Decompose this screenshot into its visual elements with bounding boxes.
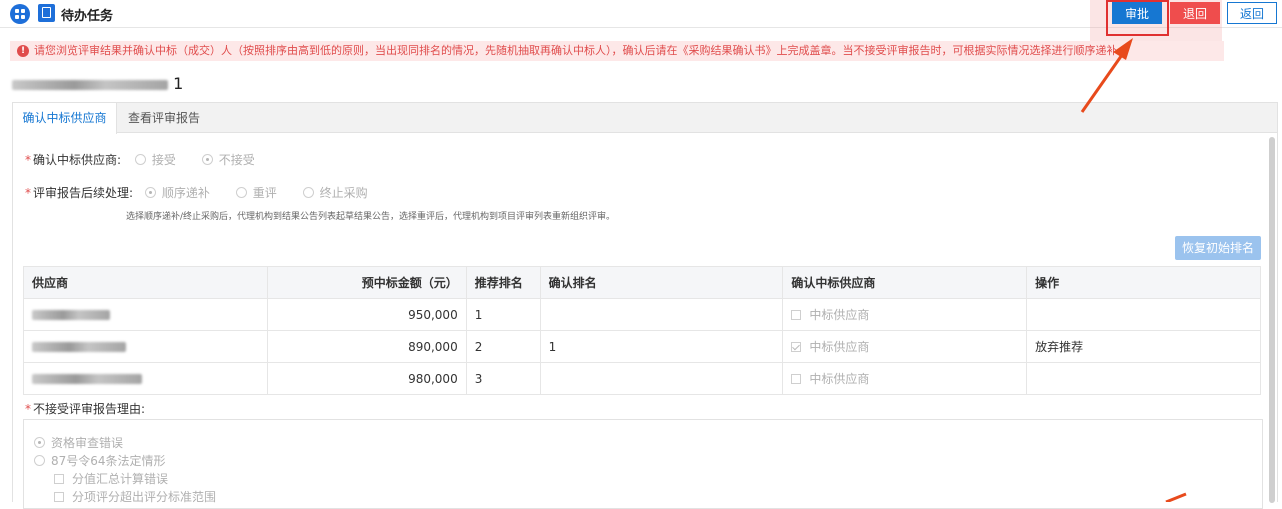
table-header-row: 供应商 预中标金额（元） 推荐排名 确认排名 确认中标供应商 操作 xyxy=(23,266,1261,299)
restore-ranking-button[interactable]: 恢复初始排名 xyxy=(1175,236,1261,260)
reason-options-box: 资格审查错误 87号令64条法定情形 分值汇总计算错误 分项评分超出评分标准范围 xyxy=(23,419,1263,509)
back-button[interactable]: 返回 xyxy=(1227,2,1277,24)
radio-accept[interactable]: 接受 xyxy=(134,153,198,167)
action-cell xyxy=(1026,298,1261,331)
followup-label: 评审报告后续处理: xyxy=(33,186,134,200)
winner-cell: 中标供应商 xyxy=(782,298,1028,331)
winner-checkbox[interactable] xyxy=(791,374,802,384)
winner-checkbox[interactable] xyxy=(791,310,802,320)
confirm-supplier-label: 确认中标供应商: xyxy=(33,153,122,167)
rec-rank-cell: 3 xyxy=(465,362,541,395)
followup-hint: 选择顺序递补/终止采购后，代理机构到结果公告列表起草结果公告，选择重评后，代理机… xyxy=(126,212,616,222)
main-panel: 确认中标供应商 查看评审报告 * 确认中标供应商: 接受 不接受 * 评审报告后续处… xyxy=(12,102,1278,509)
radio-not-accept[interactable]: 不接受 xyxy=(201,153,277,167)
radio-sequential-fill[interactable]: 顺序递补 xyxy=(144,186,232,200)
radio-terminate[interactable]: 终止采购 xyxy=(302,186,390,200)
notice-text: 请您浏览评审结果并确认中标（成交）人（按照排序由高到低的原则，当出现同排名的情况… xyxy=(34,44,1118,57)
app-grid-icon[interactable] xyxy=(10,4,30,24)
project-name-suffix: 1 xyxy=(173,74,184,93)
reason-sub-score-range[interactable]: 分项评分超出评分标准范围 xyxy=(54,488,216,505)
tab-confirm-supplier[interactable]: 确认中标供应商 xyxy=(13,103,117,134)
redacted-supplier xyxy=(32,342,126,352)
project-name: 1 xyxy=(12,74,184,93)
amount-cell: 980,000 xyxy=(266,362,467,395)
rec-rank-cell: 2 xyxy=(465,330,541,363)
radio-icon xyxy=(34,455,45,466)
radio-icon xyxy=(134,154,146,165)
radio-icon xyxy=(201,154,213,165)
rec-rank-cell: 1 xyxy=(465,298,541,331)
reason-option-order-64[interactable]: 87号令64条法定情形 xyxy=(34,452,166,469)
radio-icon xyxy=(34,437,45,448)
annotation-box xyxy=(1106,0,1169,36)
supplier-table: 供应商 预中标金额（元） 推荐排名 确认排名 确认中标供应商 操作 950,00… xyxy=(23,266,1261,395)
radio-icon xyxy=(302,187,314,198)
amount-cell: 890,000 xyxy=(266,330,467,363)
required-mark: * xyxy=(25,402,31,416)
winner-cell: 中标供应商 xyxy=(782,330,1028,363)
confirm-rank-cell: 1 xyxy=(539,330,784,363)
notice-banner: ! 请您浏览评审结果并确认中标（成交）人（按照排序由高到低的原则，当出现同排名的… xyxy=(10,41,1224,61)
warning-icon: ! xyxy=(17,45,29,57)
reason-sub-score-summary[interactable]: 分值汇总计算错误 xyxy=(54,470,168,487)
col-winner: 确认中标供应商 xyxy=(782,266,1028,299)
tab-review-report[interactable]: 查看评审报告 xyxy=(117,103,211,134)
supplier-name xyxy=(23,330,268,363)
col-confirmed-rank: 确认排名 xyxy=(539,266,784,299)
confirm-rank-cell xyxy=(539,362,784,395)
col-recommended-rank: 推荐排名 xyxy=(465,266,541,299)
redacted-supplier xyxy=(32,310,110,320)
checkbox-icon xyxy=(54,474,64,484)
required-mark: * xyxy=(25,153,31,167)
top-bar: 待办任务 审批 退回 返回 xyxy=(0,0,1282,56)
table-row: 890,000 2 1 中标供应商 放弃推荐 xyxy=(23,330,1261,363)
amount-cell: 950,000 xyxy=(266,298,467,331)
confirm-supplier-row: * 确认中标供应商: 接受 不接受 xyxy=(25,151,277,168)
required-mark: * xyxy=(25,186,31,200)
tab-bar: 确认中标供应商 查看评审报告 xyxy=(13,103,1277,134)
give-up-recommendation-link[interactable]: 放弃推荐 xyxy=(1026,330,1261,363)
reason-option-qualification[interactable]: 资格审查错误 xyxy=(34,434,123,451)
table-row: 980,000 3 中标供应商 xyxy=(23,362,1261,395)
redacted-supplier xyxy=(32,374,142,384)
page-title: 待办任务 xyxy=(61,9,114,24)
col-amount: 预中标金额（元） xyxy=(266,266,467,299)
col-supplier: 供应商 xyxy=(23,266,268,299)
checkbox-icon xyxy=(54,492,64,502)
col-actions: 操作 xyxy=(1026,266,1261,299)
radio-icon xyxy=(235,187,247,198)
reason-label: 不接受评审报告理由: xyxy=(33,402,146,416)
followup-row: * 评审报告后续处理: 顺序递补 重评 终止采购 xyxy=(25,184,390,201)
redacted-project-name xyxy=(12,79,168,90)
supplier-name xyxy=(23,298,268,331)
action-cell xyxy=(1026,362,1261,395)
supplier-name xyxy=(23,362,268,395)
confirm-rank-cell xyxy=(539,298,784,331)
radio-re-evaluate[interactable]: 重评 xyxy=(235,186,299,200)
scrollbar[interactable] xyxy=(1269,137,1275,503)
winner-checkbox[interactable] xyxy=(791,342,802,352)
winner-cell: 中标供应商 xyxy=(782,362,1028,395)
reason-row: * 不接受评审报告理由: xyxy=(25,400,145,417)
document-icon xyxy=(38,4,55,22)
table-row: 950,000 1 中标供应商 xyxy=(23,298,1261,331)
radio-icon xyxy=(144,187,156,198)
reject-button[interactable]: 退回 xyxy=(1170,2,1220,24)
